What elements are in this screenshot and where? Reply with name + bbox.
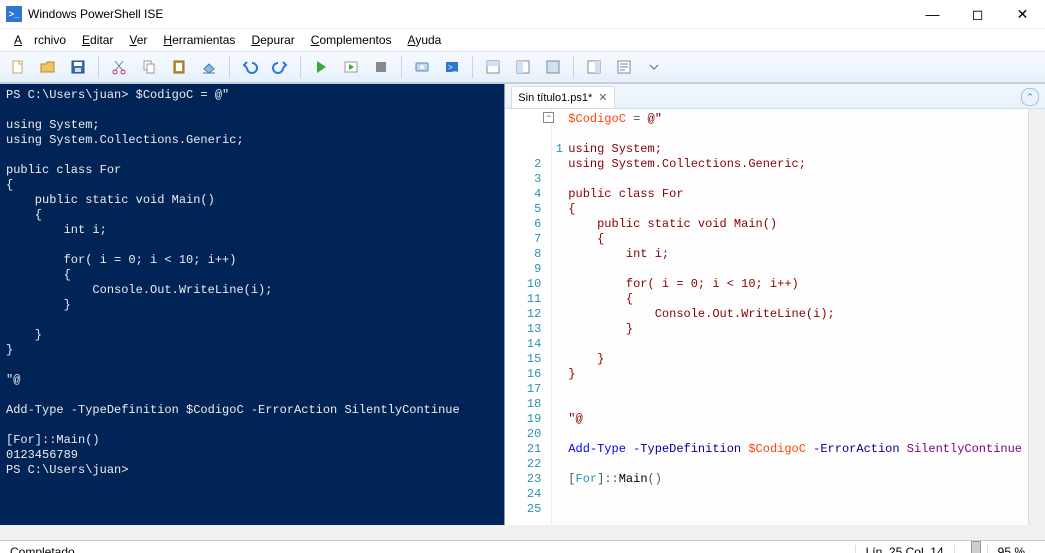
window-title: Windows PowerShell ISE [28,7,910,21]
save-button[interactable] [66,55,90,79]
show-command-addon-button[interactable] [582,55,606,79]
app-icon: >_ [6,6,22,22]
paste-button[interactable] [167,55,191,79]
collapse-script-pane-button[interactable]: ⌃ [1021,88,1039,106]
bottom-spacer [0,530,1045,540]
new-file-button[interactable] [6,55,30,79]
menu-depurar[interactable]: Depurar [245,31,300,49]
status-bar: Completado Lín. 25 Col. 14 95 % [0,540,1045,553]
tab-close-icon[interactable]: ✕ [598,91,607,104]
work-area: PS C:\Users\juan> $CodigoC = @" using Sy… [0,83,1045,525]
open-file-button[interactable] [36,55,60,79]
toolbar-dropdown[interactable] [642,55,666,79]
editor-vertical-scrollbar[interactable] [1028,109,1045,525]
copy-button[interactable] [137,55,161,79]
menu-complementos[interactable]: Complementos [305,31,398,49]
zoom-slider-cell [954,545,987,553]
editor-tab[interactable]: Sin título1.ps1* ✕ [511,86,614,108]
line-number-gutter: − 1 2 3 4 5 6 7 8 9 10 11 12 13 14 15 16… [505,109,552,525]
minimize-button[interactable]: ― [910,0,955,28]
editor-pane: Sin título1.ps1* ✕ ⌃ − 1 2 3 4 5 6 7 8 9… [505,84,1045,525]
start-powershell-button[interactable]: >_ [440,55,464,79]
layout-script-top-button[interactable] [481,55,505,79]
maximize-button[interactable]: ◻ [955,0,1000,28]
zoom-level: 95 % [987,545,1035,553]
run-script-button[interactable] [309,55,333,79]
fold-toggle-icon[interactable]: − [543,112,554,123]
toolbar: >_ [0,51,1045,83]
menu-herramientas[interactable]: Herramientas [157,31,241,49]
show-command-button[interactable] [612,55,636,79]
cursor-position: Lín. 25 Col. 14 [855,545,954,553]
stop-button[interactable] [369,55,393,79]
status-text: Completado [10,545,75,553]
menu-archivo[interactable]: Archivo [8,31,72,49]
tab-label: Sin título1.ps1* [518,92,592,104]
editor-tab-strip: Sin título1.ps1* ✕ [505,84,1045,109]
menu-editar[interactable]: Editar [76,31,119,49]
new-remote-tab-button[interactable] [410,55,434,79]
code-area[interactable]: $CodigoC = @" using System; using System… [552,109,1028,525]
run-selection-button[interactable] [339,55,363,79]
redo-button[interactable] [268,55,292,79]
layout-side-by-side-button[interactable] [511,55,535,79]
title-bar: >_ Windows PowerShell ISE ― ◻ ✕ [0,0,1045,29]
script-editor[interactable]: − 1 2 3 4 5 6 7 8 9 10 11 12 13 14 15 16… [505,109,1045,525]
undo-button[interactable] [238,55,262,79]
close-button[interactable]: ✕ [1000,0,1045,28]
menu-bar: Archivo Editar Ver Herramientas Depurar … [0,29,1045,51]
svg-text:>_: >_ [448,63,458,72]
cut-button[interactable] [107,55,131,79]
layout-script-max-button[interactable] [541,55,565,79]
clear-console-button[interactable] [197,55,221,79]
menu-ayuda[interactable]: Ayuda [402,31,448,49]
console-pane[interactable]: PS C:\Users\juan> $CodigoC = @" using Sy… [0,84,505,525]
menu-ver[interactable]: Ver [123,31,153,49]
